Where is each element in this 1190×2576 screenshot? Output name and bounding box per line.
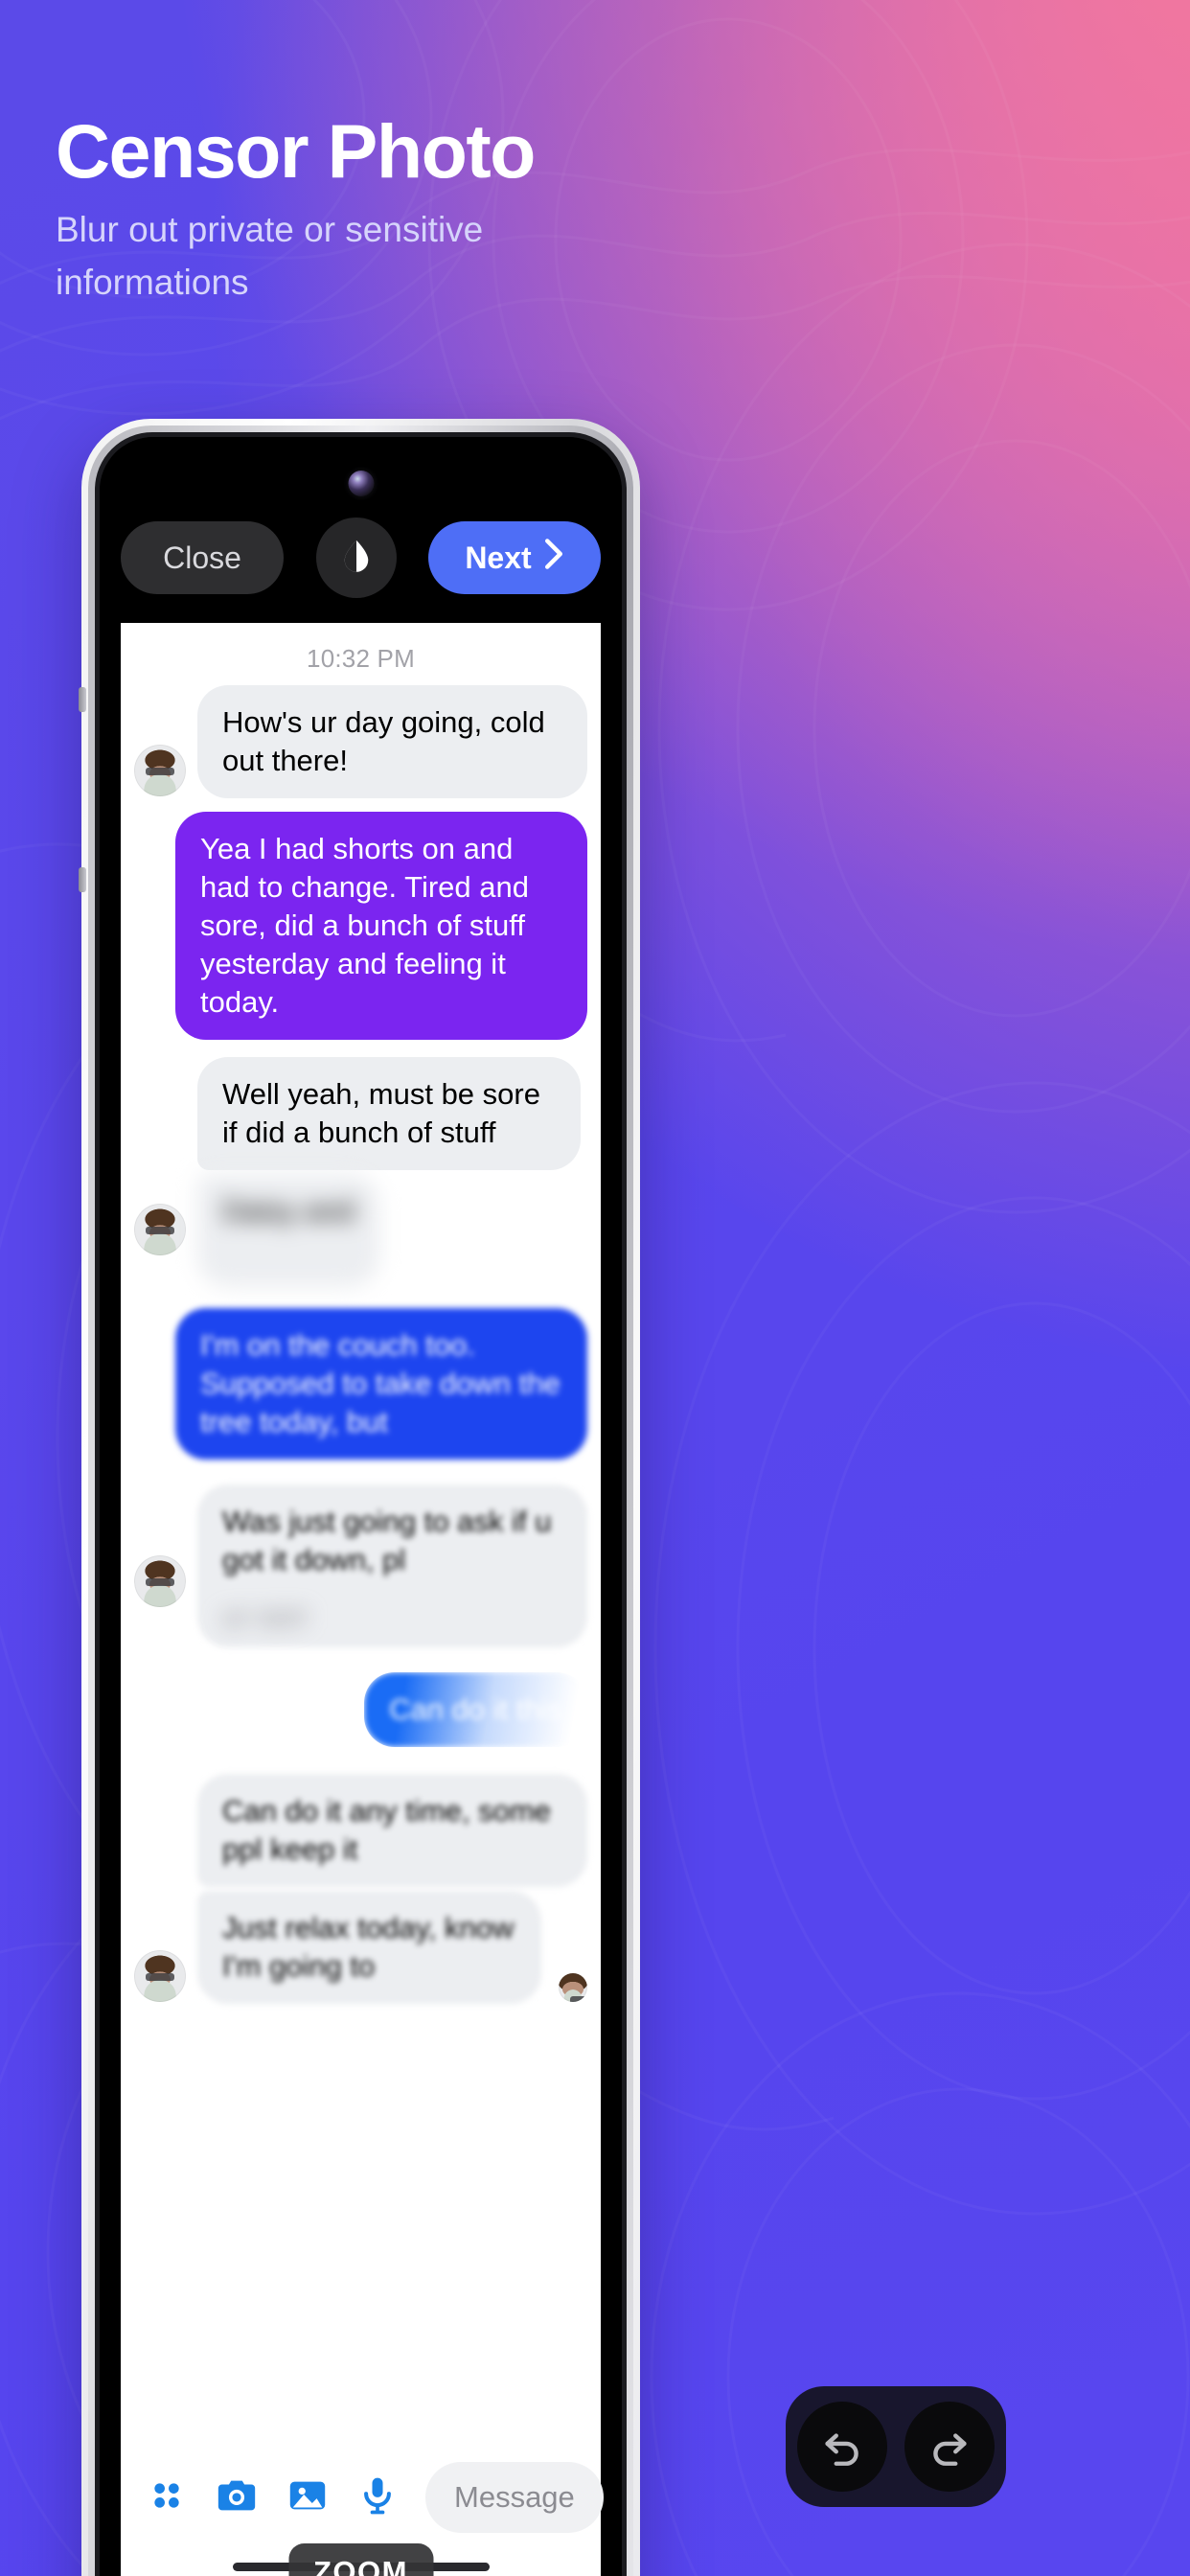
message-input-bar: Message [121, 2444, 604, 2551]
message-row-incoming-censored: Daisy and [134, 1174, 587, 1287]
avatar-read-receipt [559, 1973, 587, 2002]
gallery-image-icon[interactable] [286, 2473, 330, 2522]
chat-screenshot: 10:32 PM How's ur day going, cold out th… [121, 623, 601, 2444]
chat-timestamp: 10:32 PM [307, 644, 415, 673]
redo-arrow-icon [926, 2422, 973, 2472]
avatar [134, 1950, 186, 2002]
censored-message-bubble: Daisy and [197, 1174, 379, 1287]
contrast-tool-button[interactable] [315, 518, 397, 598]
message-input-placeholder: Message [454, 2480, 575, 2514]
zoom-badge[interactable]: ZOOM [288, 2543, 433, 2576]
message-row-outgoing-censored: Can do it this [134, 1672, 587, 1747]
contrast-droplet-icon [336, 537, 377, 580]
promo-screen: Censor Photo Blur out private or sensiti… [0, 0, 1190, 2576]
photo-editing-canvas[interactable]: 10:32 PM How's ur day going, cold out th… [121, 623, 601, 2444]
editor-toolbar: Close Next [100, 512, 622, 604]
editor-topbar: Close Next [100, 437, 622, 623]
censored-message-bubble: Just relax today, know I'm going to [197, 1891, 541, 2004]
next-button[interactable]: Next [428, 521, 601, 594]
page-subheadline: Blur out private or sensitive informatio… [56, 210, 484, 302]
censored-message-bubble: Can do it any time, some ppl keep it [197, 1774, 587, 1887]
camera-icon[interactable] [215, 2473, 259, 2522]
message-input-field[interactable]: Message [425, 2462, 604, 2533]
message-bubble: How's ur day going, cold out there! [197, 685, 587, 798]
apps-grid-icon[interactable] [146, 2474, 188, 2521]
home-indicator-area: ZOOM [121, 2543, 601, 2576]
close-button[interactable]: Close [121, 521, 284, 594]
message-row-outgoing-censored: I'm on the couch too. Supposed to take d… [134, 1308, 587, 1460]
message-bubble: Well yeah, must be sore if did a bunch o… [197, 1057, 581, 1170]
phone-side-button-volume-down[interactable] [79, 867, 86, 892]
microphone-icon[interactable] [356, 2474, 399, 2521]
next-button-label: Next [465, 540, 532, 575]
phone-screen: Close Next 10:32 PM How's ur day going, … [100, 437, 622, 2576]
phone-bezel: Close Next 10:32 PM How's ur day going, … [95, 432, 627, 2576]
censored-message-bubble: I'm on the couch too. Supposed to take d… [175, 1308, 587, 1460]
message-row-incoming-censored: Was just going to ask if u got it down, … [134, 1484, 587, 1647]
message-bubble: Yea I had shorts on and had to change. T… [175, 812, 587, 1040]
undo-arrow-icon [818, 2422, 866, 2472]
message-row-incoming-censored: Can do it any time, some ppl keep it [134, 1774, 587, 1887]
phone-side-button-volume-up[interactable] [79, 687, 86, 712]
avatar [134, 1204, 186, 1255]
avatar [134, 1555, 186, 1607]
undo-redo-toolbar [786, 2386, 1006, 2507]
avatar [134, 745, 186, 796]
censored-message-bubble: Was just going to ask if u got it down, … [197, 1484, 587, 1647]
message-row-incoming-censored: Just relax today, know I'm going to [134, 1891, 587, 2004]
censored-message-bubble: Can do it this [364, 1672, 587, 1747]
phone-mockup: Close Next 10:32 PM How's ur day going, … [79, 419, 640, 2576]
avatar-spacer [134, 1833, 186, 1885]
avatar-spacer [134, 1116, 186, 1168]
undo-button[interactable] [797, 2402, 887, 2492]
message-row-incoming: Well yeah, must be sore if did a bunch o… [134, 1057, 587, 1170]
redo-button[interactable] [904, 2402, 995, 2492]
message-row-incoming: How's ur day going, cold out there! [134, 685, 587, 798]
message-row-outgoing: Yea I had shorts on and had to change. T… [134, 812, 587, 1040]
front-camera-punch-hole-icon [348, 471, 374, 496]
page-headline: Censor Photo [56, 108, 536, 194]
chevron-right-icon [543, 538, 564, 578]
